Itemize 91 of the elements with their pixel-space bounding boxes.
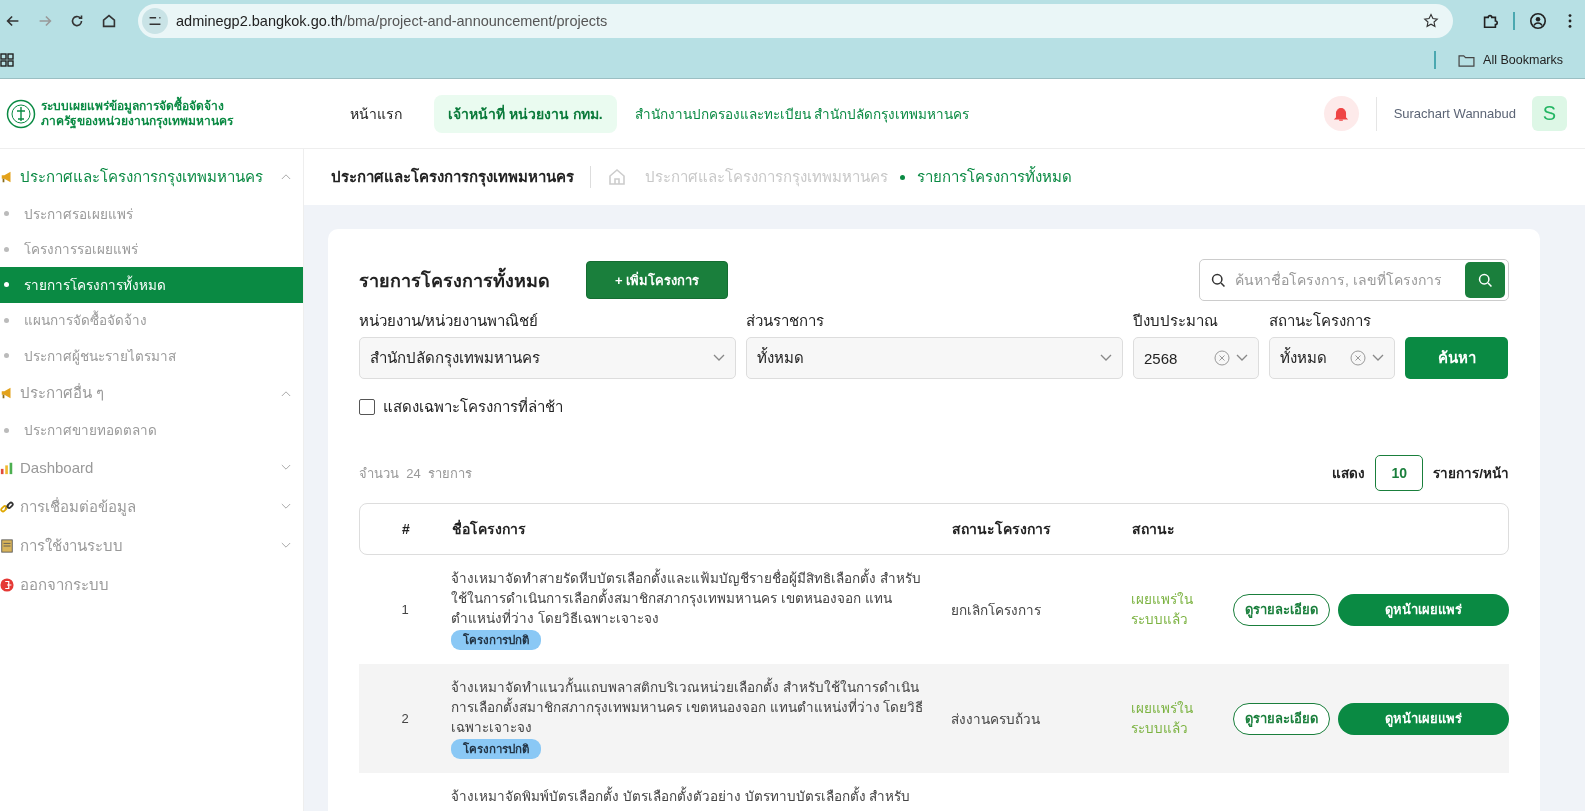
result-count: จำนวน 24 รายการ	[359, 464, 472, 483]
home-icon[interactable]	[100, 12, 118, 30]
chevron-down-icon	[1372, 354, 1384, 362]
nav-tab[interactable]: หน้าแรก	[336, 94, 416, 133]
sidebar-group-label: ประกาศอื่น ๆ	[20, 382, 106, 403]
chevron-down-icon	[713, 354, 725, 362]
sidebar-group-label: การใช้งานระบบ	[20, 535, 124, 556]
apps-grid-icon[interactable]	[0, 53, 14, 67]
publish-status: เผยแพร่ในระบบแล้ว	[1131, 590, 1194, 629]
url-text: adminegp2.bangkok.go.th/bma/project-and-announcement/projects	[176, 13, 609, 29]
system-name: ภาครัฐของหน่วยงานกรุงเทพมหานคร	[41, 113, 233, 129]
filter-label: สถานะโครงการ	[1269, 311, 1372, 329]
search-icon	[1210, 271, 1227, 289]
publish-status: เผยแพร่ในระบบแล้ว	[1131, 699, 1194, 738]
system-name: ระบบเผยแพร่ข้อมูลการจัดซื้อจัดจ้าง	[41, 98, 224, 114]
filter-label: หน่วยงาน/หน่วยงานพาณิชย์	[359, 311, 540, 329]
view-published-page-button[interactable]: ดูหน้าเผยแพร่	[1337, 702, 1509, 735]
checkbox-label: แสดงเฉพาะโครงการที่ล่าช้า	[383, 396, 563, 417]
address-bar[interactable]: adminegp2.bangkok.go.th/bma/project-and-announcement/projects	[138, 4, 1453, 38]
user-name: Surachart Wannabud	[1393, 106, 1516, 121]
sidebar-group[interactable]: ประกาศอื่น ๆ	[0, 373, 303, 413]
search-button[interactable]	[1465, 262, 1505, 298]
chain-link-icon	[0, 499, 14, 514]
sidebar-item[interactable]: ประกาศผู้ชนะรายไตรมาส	[0, 338, 303, 374]
sidebar-group[interactable]: การเชื่อมต่อข้อมูล	[0, 487, 303, 526]
search-bar[interactable]: ค้นหาชื่อโครงการ, เลขที่โครงการ	[1199, 259, 1509, 301]
view-details-button[interactable]: ดูรายละเอียด	[1233, 702, 1330, 735]
sidebar-item[interactable]: โครงการรอเผยแพร่	[0, 231, 303, 267]
filter-dropdown[interactable]: ทั้งหมด	[1269, 337, 1395, 379]
sidebar-group[interactable]: ออกจากระบบ	[0, 565, 303, 604]
sidebar-item[interactable]: แผนการจัดซื้อจัดจ้าง	[0, 302, 303, 338]
puzzle-icon[interactable]	[1481, 12, 1499, 30]
row-number: 2	[400, 711, 410, 726]
agency-name: สำนักงานปกครองและทะเบียน สำนักปลัดกรุงเทพมหานคร	[634, 105, 970, 125]
all-bookmarks-button[interactable]: All Bookmarks	[1452, 52, 1569, 68]
notification-button[interactable]	[1323, 96, 1359, 131]
column-header: #	[401, 521, 411, 537]
sidebar-item[interactable]: ประกาศขายทอดตลาด	[0, 412, 303, 448]
emblem-icon	[6, 98, 36, 129]
sidebar-group-label: Dashboard	[20, 459, 95, 476]
add-project-button[interactable]: + เพิ่มโครงการ	[586, 261, 728, 299]
breadcrumb-link[interactable]: รายการโครงการทั้งหมด	[917, 165, 1072, 189]
filter-dropdown[interactable]: สำนักปลัดกรุงเทพมหานคร	[359, 337, 736, 379]
clear-icon[interactable]	[1214, 350, 1230, 366]
profile-icon[interactable]	[1529, 12, 1547, 30]
column-header: ชื่อโครงการ	[452, 518, 527, 539]
megaphone-icon	[0, 169, 14, 184]
book-icon	[0, 538, 14, 553]
chevron-down-icon	[1100, 354, 1112, 362]
page-size-unit: รายการ/หน้า	[1433, 465, 1509, 483]
project-status: ยกเลิกโครงการ	[950, 601, 1042, 620]
chevron-down-icon	[1236, 354, 1248, 362]
sidebar-group-label: ออกจากระบบ	[20, 574, 110, 595]
sidebar-item[interactable]: รายการโครงการทั้งหมด	[0, 267, 303, 303]
project-name: จ้างเหมาจัดพิมพ์บัตรเลือกตั้ง บัตรเลือกตั้งตัวอย่าง บัตรทาบบัตรเลือกตั้ง สำหรับ	[451, 787, 911, 807]
page-title: ประกาศและโครงการกรุงเทพมหานคร	[331, 167, 574, 189]
avatar[interactable]: S	[1532, 96, 1567, 131]
bullet-icon	[900, 174, 905, 180]
filter-dropdown[interactable]: ทั้งหมด	[746, 337, 1123, 379]
page-size-label: แสดง	[1332, 465, 1366, 483]
sidebar-group[interactable]: ประกาศและโครงการกรุงเทพมหานคร	[0, 157, 303, 196]
checkbox[interactable]	[359, 399, 375, 415]
megaphone-icon	[0, 386, 14, 400]
project-status: ส่งงานครบถ้วน	[950, 710, 1041, 729]
sidebar-item[interactable]: ประกาศรอเผยแพร่	[0, 196, 303, 232]
column-header: สถานะโครงการ	[951, 519, 1052, 539]
chart-icon	[0, 460, 14, 475]
clear-icon[interactable]	[1350, 350, 1366, 366]
project-type-tag: โครงการปกติ	[451, 630, 541, 650]
column-header: สถานะ	[1132, 520, 1176, 539]
search-icon	[1476, 271, 1494, 289]
page-size-field[interactable]: 10	[1375, 455, 1424, 491]
view-details-button[interactable]: ดูรายละเอียด	[1233, 593, 1330, 626]
sidebar-group[interactable]: Dashboard	[0, 448, 303, 487]
sidebar-group-label: การเชื่อมต่อข้อมูล	[20, 496, 137, 518]
filter-label: ส่วนราชการ	[746, 311, 825, 329]
sidebar-group[interactable]: การใช้งานระบบ	[0, 526, 303, 565]
filter-label: ปีงบประมาณ	[1133, 311, 1219, 329]
star-icon[interactable]	[1423, 13, 1439, 29]
view-published-page-button[interactable]: ดูหน้าเผยแพร่	[1337, 593, 1509, 626]
row-number: 1	[400, 602, 410, 617]
project-name: จ้างเหมาจัดทำแนวกั้นแถบพลาสติกบริเวณหน่วยเลือกตั้ง สำหรับใช้ในการดำเนินการเลือกตั้งสมาชิกสภากรุงเทพมหานคร เขตหนองจอก แทนตำแหน่งที่ว่าง โดยวิธีเฉพาะเจาะจง	[451, 678, 926, 738]
search-submit-button[interactable]: ค้นหา	[1405, 337, 1508, 379]
sidebar-group-label: ประกาศและโครงการกรุงเทพมหานคร	[20, 166, 264, 189]
list-title: รายการโครงการทั้งหมด	[359, 265, 550, 295]
nav-tab[interactable]: เจ้าหน้าที่ หน่วยงาน กทม.	[434, 94, 617, 133]
folder-icon	[1458, 53, 1476, 67]
filter-dropdown[interactable]: 2568	[1133, 337, 1259, 379]
project-type-tag: โครงการปกติ	[451, 739, 541, 759]
project-name: จ้างเหมาจัดทำสายรัดหีบบัตรเลือกตั้งและแฟ้มบัญชีรายชื่อผู้มีสิทธิเลือกตั้ง สำหรับใช้ในการดำเนินการเลือกตั้งสมาชิกสภากรุงเทพมหานคร เขตหนองจอก แทนตำแหน่งที่ว่าง โดยวิธีเฉพาะเจาะจง	[451, 569, 926, 629]
site-settings-icon[interactable]	[142, 8, 168, 34]
